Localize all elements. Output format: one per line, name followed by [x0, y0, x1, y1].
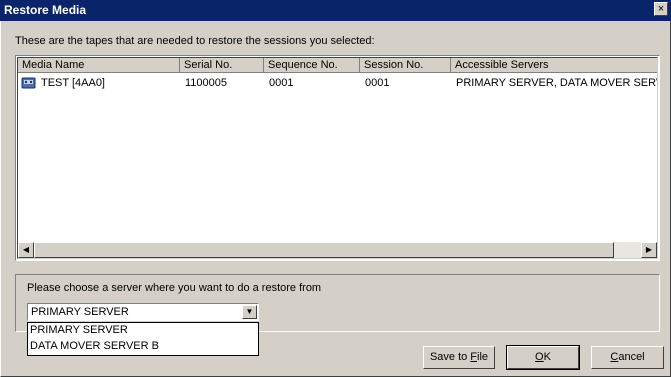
cancel-button[interactable]: Cancel — [591, 346, 664, 369]
server-select-dropdown-button[interactable]: ▼ — [242, 305, 257, 319]
scrollbar-thumb[interactable] — [34, 242, 614, 258]
column-header-accessible-servers[interactable]: Accessible Servers — [451, 58, 657, 73]
tape-icon — [21, 77, 36, 89]
server-option-data-mover-b[interactable]: DATA MOVER SERVER B — [30, 340, 159, 352]
server-dropdown-list: PRIMARY SERVER DATA MOVER SERVER B — [27, 322, 259, 356]
title-bar: Restore Media × — [0, 0, 671, 21]
column-header-session-no[interactable]: Session No. — [360, 58, 451, 73]
server-select-value: PRIMARY SERVER — [31, 306, 129, 318]
scroll-left-button[interactable]: ◀ — [18, 242, 34, 258]
close-button[interactable]: × — [654, 2, 668, 16]
list-header: Media Name Serial No. Sequence No. Sessi… — [18, 58, 657, 73]
sequence-no-cell: 0001 — [269, 77, 294, 89]
ok-label-accel: O — [535, 351, 544, 363]
window-title: Restore Media — [4, 3, 87, 17]
scroll-right-icon: ▶ — [645, 245, 653, 254]
ok-label-suffix: K — [543, 351, 551, 363]
scroll-right-button[interactable]: ▶ — [641, 242, 657, 258]
cancel-label-suffix: ancel — [618, 351, 645, 363]
intro-text: These are the tapes that are needed to r… — [15, 35, 375, 47]
save-to-file-button[interactable]: Save to File — [423, 346, 495, 369]
column-header-sequence-no[interactable]: Sequence No. — [264, 58, 360, 73]
column-header-serial-no[interactable]: Serial No. — [180, 58, 264, 73]
close-icon: × — [657, 3, 665, 15]
server-select[interactable]: PRIMARY SERVER ▼ — [27, 303, 259, 321]
media-list[interactable]: Media Name Serial No. Sequence No. Sessi… — [15, 55, 660, 261]
session-no-cell: 0001 — [365, 77, 390, 89]
chevron-down-icon: ▼ — [245, 307, 254, 316]
horizontal-scrollbar[interactable]: ◀ ▶ — [18, 242, 657, 258]
column-header-media-name[interactable]: Media Name — [18, 58, 180, 73]
save-label-suffix: ile — [477, 351, 489, 363]
save-label-prefix: Save to — [429, 351, 471, 363]
scroll-left-icon: ◀ — [22, 245, 30, 254]
ok-button[interactable]: OK — [506, 345, 580, 370]
accessible-servers-cell: PRIMARY SERVER, DATA MOVER SERV — [456, 77, 658, 89]
server-choice-label: Please choose a server where you want to… — [27, 282, 322, 294]
table-row[interactable]: TEST [4AA0] 1100005 0001 0001 PRIMARY SE… — [18, 75, 658, 91]
server-option-primary[interactable]: PRIMARY SERVER — [30, 324, 128, 336]
media-name-cell: TEST [4AA0] — [18, 75, 180, 91]
media-name: TEST [4AA0] — [41, 77, 105, 89]
serial-no-cell: 1100005 — [185, 77, 228, 89]
